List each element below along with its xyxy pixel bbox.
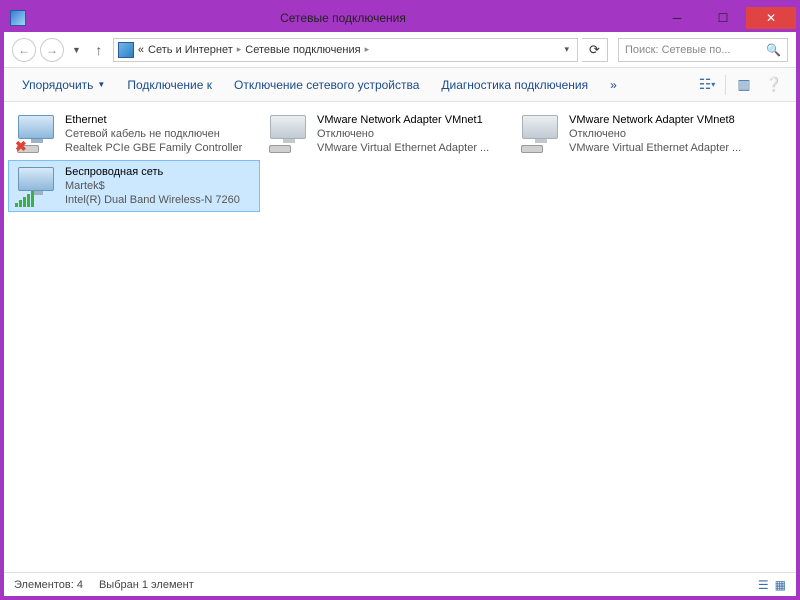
adapter-disabled-icon <box>519 113 561 155</box>
connect-to-button[interactable]: Подключение к <box>117 72 222 98</box>
separator <box>725 75 726 95</box>
item-count: Элементов: 4 <box>14 579 83 591</box>
chevron-right-icon[interactable]: ▸ <box>365 44 370 55</box>
view-mode-buttons: ☰ ▦ <box>758 578 786 592</box>
location-icon <box>118 42 134 58</box>
item-name: VMware Network Adapter VMnet1 <box>317 113 489 127</box>
command-bar: Упорядочить ▼ Подключение к Отключение с… <box>4 68 796 102</box>
organize-menu[interactable]: Упорядочить ▼ <box>12 72 115 98</box>
item-text: VMware Network Adapter VMnet8 Отключено … <box>569 113 741 155</box>
organize-label: Упорядочить <box>22 78 93 92</box>
adapter-disabled-icon <box>267 113 309 155</box>
more-commands[interactable]: » <box>600 72 627 98</box>
disable-label: Отключение сетевого устройства <box>234 78 419 92</box>
connection-item-vmnet8[interactable]: VMware Network Adapter VMnet8 Отключено … <box>512 108 764 160</box>
window-title: Сетевые подключения <box>32 11 654 25</box>
help-icon[interactable]: ❔ <box>762 73 786 97</box>
refresh-button[interactable]: ⟳ <box>582 38 608 62</box>
forward-button[interactable]: → <box>40 38 64 62</box>
titlebar[interactable]: Сетевые подключения ─ ☐ ✕ <box>4 4 796 32</box>
item-device: Intel(R) Dual Band Wireless-N 7260 <box>65 193 240 207</box>
breadcrumb-prefix: « <box>138 44 144 56</box>
up-button[interactable]: ↑ <box>89 40 109 60</box>
item-text: Беспроводная сеть Martek$ Intel(R) Dual … <box>65 165 240 207</box>
connect-label: Подключение к <box>127 78 212 92</box>
item-text: Ethernet Сетевой кабель не подключен Rea… <box>65 113 242 155</box>
disable-device-button[interactable]: Отключение сетевого устройства <box>224 72 429 98</box>
explorer-window: Сетевые подключения ─ ☐ ✕ ← → ▼ ↑ « Сеть… <box>3 3 797 597</box>
search-placeholder: Поиск: Сетевые по... <box>625 44 731 56</box>
connection-item-vmnet1[interactable]: VMware Network Adapter VMnet1 Отключено … <box>260 108 512 160</box>
close-button[interactable]: ✕ <box>746 7 796 29</box>
navigation-bar: ← → ▼ ↑ « Сеть и Интернет ▸ Сетевые подк… <box>4 32 796 68</box>
address-dropdown[interactable]: ▾ <box>560 44 573 55</box>
search-icon: 🔍 <box>766 43 781 57</box>
view-options-icon[interactable]: ☷▾ <box>695 73 719 97</box>
items-view[interactable]: ✖ Ethernet Сетевой кабель не подключен R… <box>4 102 796 572</box>
item-text: VMware Network Adapter VMnet1 Отключено … <box>317 113 489 155</box>
address-bar[interactable]: « Сеть и Интернет ▸ Сетевые подключения … <box>113 38 578 62</box>
system-buttons: ─ ☐ ✕ <box>654 7 796 29</box>
back-button[interactable]: ← <box>12 38 36 62</box>
connection-item-ethernet[interactable]: ✖ Ethernet Сетевой кабель не подключен R… <box>8 108 260 160</box>
window-icon <box>10 10 26 26</box>
breadcrumb-item[interactable]: Сетевые подключения <box>245 44 360 56</box>
item-name: VMware Network Adapter VMnet8 <box>569 113 741 127</box>
item-status: Отключено <box>569 127 741 141</box>
item-device: Realtek PCIe GBE Family Controller <box>65 141 242 155</box>
item-status: Отключено <box>317 127 489 141</box>
search-box[interactable]: Поиск: Сетевые по... 🔍 <box>618 38 788 62</box>
item-device: VMware Virtual Ethernet Adapter ... <box>317 141 489 155</box>
item-name: Ethernet <box>65 113 242 127</box>
item-device: VMware Virtual Ethernet Adapter ... <box>569 141 741 155</box>
history-dropdown[interactable]: ▼ <box>68 45 85 55</box>
item-status: Сетевой кабель не подключен <box>65 127 242 141</box>
breadcrumb-item[interactable]: Сеть и Интернет <box>148 44 233 56</box>
more-label: » <box>610 78 617 92</box>
chevron-down-icon: ▼ <box>97 80 105 89</box>
status-bar: Элементов: 4 Выбран 1 элемент ☰ ▦ <box>4 572 796 596</box>
wifi-icon <box>15 165 57 207</box>
selection-count: Выбран 1 элемент <box>99 579 194 591</box>
connection-item-wifi[interactable]: Беспроводная сеть Martek$ Intel(R) Dual … <box>8 160 260 212</box>
chevron-right-icon[interactable]: ▸ <box>237 44 242 55</box>
diagnose-button[interactable]: Диагностика подключения <box>431 72 598 98</box>
tiles-view-icon[interactable]: ▦ <box>775 578 786 592</box>
diagnose-label: Диагностика подключения <box>441 78 588 92</box>
details-view-icon[interactable]: ☰ <box>758 578 769 592</box>
minimize-button[interactable]: ─ <box>654 7 700 29</box>
item-status: Martek$ <box>65 179 240 193</box>
ethernet-icon: ✖ <box>15 113 57 155</box>
preview-pane-icon[interactable]: ▥ <box>732 73 756 97</box>
item-name: Беспроводная сеть <box>65 165 240 179</box>
maximize-button[interactable]: ☐ <box>700 7 746 29</box>
